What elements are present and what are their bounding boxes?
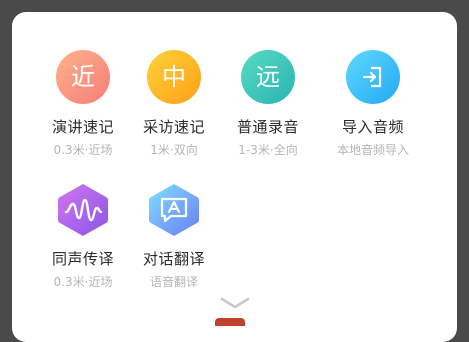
mode-sublabel: 语音翻译 [149, 275, 198, 289]
background-record-button [215, 318, 245, 326]
import-glyph [362, 66, 382, 88]
mode-normal-recording[interactable]: 远 普通录音 1-3米·全向 [220, 50, 316, 158]
mode-sublabel: 0.3米·近场 [53, 275, 113, 289]
mode-sublabel: 1-3米·全向 [238, 143, 298, 157]
far-icon: 远 [241, 50, 295, 104]
mode-dialogue-translation[interactable]: 对话翻译 语音翻译 [126, 182, 222, 290]
mode-import-audio[interactable]: 导入音频 本地音频导入 [325, 50, 421, 158]
mode-label: 演讲速记 [51, 118, 114, 136]
mode-label: 同声传译 [51, 250, 114, 268]
middle-icon: 中 [147, 50, 201, 104]
mode-speech-shorthand[interactable]: 近 演讲速记 0.3米·近场 [35, 50, 131, 158]
mode-simultaneous-interpretation[interactable]: 同声传译 0.3米·近场 [35, 182, 131, 290]
mode-label: 普通录音 [236, 118, 299, 136]
recording-mode-sheet: 近 演讲速记 0.3米·近场 中 采访速记 1米·双向 远 普通录音 1-3米·… [12, 12, 457, 342]
mode-label: 采访速记 [142, 118, 205, 136]
mode-label: 导入音频 [341, 118, 404, 136]
waveform-icon [56, 182, 110, 238]
chevron-down-icon[interactable] [219, 296, 251, 310]
near-icon: 近 [56, 50, 110, 104]
mode-sublabel: 1米·双向 [150, 143, 198, 157]
chat-translate-icon [147, 182, 201, 238]
mode-sublabel: 本地音频导入 [336, 143, 409, 157]
import-icon [346, 50, 400, 104]
mode-sublabel: 0.3米·近场 [53, 143, 113, 157]
mode-interview-shorthand[interactable]: 中 采访速记 1米·双向 [126, 50, 222, 158]
mode-label: 对话翻译 [142, 250, 205, 268]
